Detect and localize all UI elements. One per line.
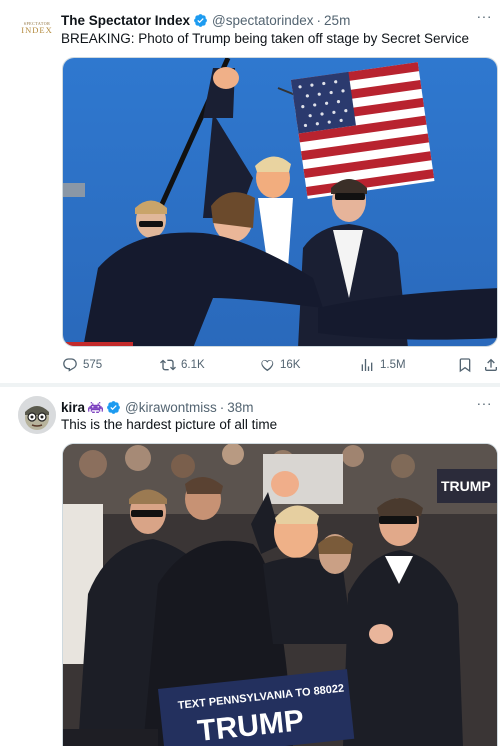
american-flag — [291, 62, 435, 199]
avatar-cartoon-icon — [18, 396, 56, 434]
timestamp[interactable]: 38m — [227, 400, 253, 415]
views-count: 1.5M — [380, 359, 406, 371]
reply-icon — [63, 358, 77, 372]
author-name[interactable]: The Spectator Index — [61, 13, 190, 28]
banner-text: TRUMP — [441, 478, 491, 494]
separator-dot: · — [316, 12, 322, 28]
author-handle[interactable]: @spectatorindex — [212, 13, 314, 28]
space-invader-emoji-icon — [88, 401, 104, 414]
more-icon[interactable]: ··· — [477, 395, 493, 411]
retweet-icon — [160, 359, 176, 371]
like-icon — [261, 360, 274, 372]
tweet-photo[interactable]: TRUMP TEXT PENNSYLVANIA TO 88022 TRUMP — [62, 443, 498, 746]
reply-button[interactable]: 575 — [62, 357, 102, 373]
photo-trump-secret-service — [63, 58, 497, 346]
author-handle[interactable]: @kirawontmiss — [125, 400, 217, 415]
avatar[interactable] — [18, 396, 56, 434]
separator-dot: · — [219, 399, 225, 415]
like-count: 16K — [280, 359, 301, 371]
tweet-spectator-index[interactable]: SPECTATOR INDEX The Spectator Index @spe… — [0, 0, 500, 383]
tweet-header: The Spectator Index @spectatorindex · 25… — [61, 11, 350, 29]
verified-badge-icon — [106, 400, 121, 415]
tweet-text: BREAKING: Photo of Trump being taken off… — [61, 31, 469, 46]
views-button[interactable]: 1.5M — [359, 357, 406, 373]
verified-badge-icon — [193, 13, 208, 28]
bookmark-icon — [459, 358, 471, 373]
avatar-text-main: INDEX — [21, 25, 53, 35]
views-icon — [361, 359, 373, 371]
more-icon[interactable]: ··· — [477, 8, 493, 24]
retweet-count: 6.1K — [181, 359, 205, 371]
share-button[interactable] — [483, 357, 500, 373]
tweet-actions: 575 6.1K 16K 1.5M — [62, 357, 498, 377]
author-name[interactable]: kira — [61, 400, 85, 415]
retweet-button[interactable]: 6.1K — [160, 357, 205, 373]
timestamp[interactable]: 25m — [324, 13, 350, 28]
like-button[interactable]: 16K — [259, 357, 300, 373]
reply-count: 575 — [83, 359, 103, 371]
photo-trump-fist-raised: TRUMP TEXT PENNSYLVANIA TO 88022 TRUMP — [63, 444, 497, 746]
tweet-text: This is the hardest picture of all time — [61, 417, 278, 432]
bookmark-button[interactable] — [457, 357, 478, 373]
tweet-photo[interactable] — [62, 57, 498, 347]
avatar[interactable]: SPECTATOR INDEX — [18, 9, 56, 47]
trump-banner: TRUMP — [437, 469, 497, 503]
share-icon — [485, 358, 497, 371]
tweet-header: kira @kirawontmiss · 38m — [61, 398, 254, 416]
